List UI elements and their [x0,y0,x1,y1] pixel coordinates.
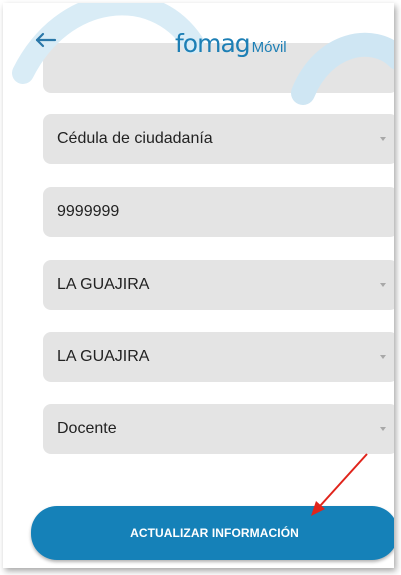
fomag-movil-logo: fomag Móvil [175,29,287,58]
municipality-value: LA GUAJIRA [57,348,150,365]
chevron-down-icon [380,355,386,359]
arrow-left-icon[interactable] [31,25,61,55]
update-information-button[interactable]: ACTUALIZAR INFORMACIÓN [31,506,394,560]
user-type-select[interactable]: Docente [43,404,394,454]
department-value: LA GUAJIRA [57,276,150,293]
document-type-value: Cédula de ciudadanía [57,130,213,147]
app-header: fomag Móvil [3,3,394,75]
user-type-value: Docente [57,420,117,437]
chevron-down-icon [380,283,386,287]
chevron-down-icon [380,137,386,141]
app-screen: fomag Móvil Cédula de ciudadanía 9999999… [3,3,394,568]
chevron-down-icon [380,427,386,431]
logo-sub-text: Móvil [251,39,287,56]
document-number-field[interactable]: 9999999 [43,187,394,237]
department-select[interactable]: LA GUAJIRA [43,260,394,310]
municipality-select[interactable]: LA GUAJIRA [43,332,394,382]
logo-main-text: fomag [175,29,251,58]
document-number-value: 9999999 [57,203,120,220]
